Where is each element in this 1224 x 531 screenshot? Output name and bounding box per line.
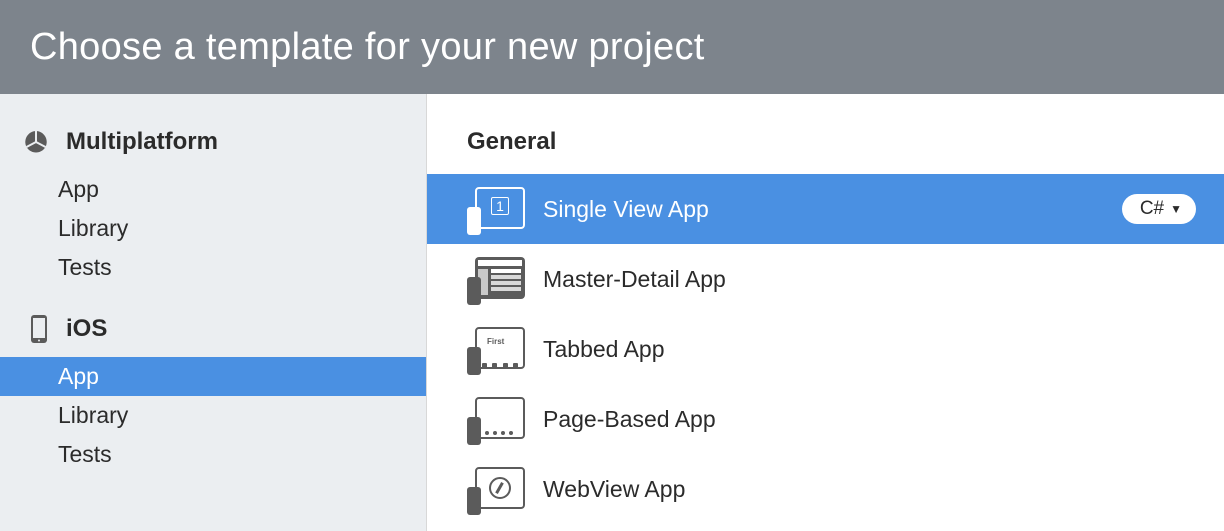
sidebar: Multiplatform App Library Tests iOS xyxy=(0,94,427,531)
page-based-app-icon xyxy=(467,395,525,443)
template-label: Tabbed App xyxy=(543,336,1196,363)
category-label: iOS xyxy=(66,315,107,343)
webview-app-icon xyxy=(467,465,525,513)
tabbed-app-icon: First xyxy=(467,325,525,373)
category-header-multiplatform[interactable]: Multiplatform xyxy=(0,122,426,162)
sidebar-item-ios-library[interactable]: Library xyxy=(0,396,426,435)
template-page-based-app[interactable]: Page-Based App xyxy=(427,384,1224,454)
dropdown-triangle-icon: ▼ xyxy=(1170,202,1182,216)
sidebar-item-ios-tests[interactable]: Tests xyxy=(0,435,426,474)
language-label: C# xyxy=(1140,198,1164,220)
master-detail-app-icon xyxy=(467,255,525,303)
dialog-header: Choose a template for your new project xyxy=(0,0,1224,94)
category-ios: iOS App Library Tests xyxy=(0,309,426,474)
template-single-view-app[interactable]: 1 Single View App C# ▼ xyxy=(427,174,1224,244)
dialog-title: Choose a template for your new project xyxy=(30,26,705,69)
category-label: Multiplatform xyxy=(66,128,218,156)
template-label: Page-Based App xyxy=(543,406,1196,433)
sidebar-item-ios-app[interactable]: App xyxy=(0,357,426,396)
sidebar-item-multiplatform-library[interactable]: Library xyxy=(0,209,426,248)
template-list-panel: General 1 Single View App C# ▼ xyxy=(427,94,1224,531)
language-selector[interactable]: C# ▼ xyxy=(1122,194,1196,224)
template-master-detail-app[interactable]: Master-Detail App xyxy=(427,244,1224,314)
single-view-app-icon: 1 xyxy=(467,185,525,233)
template-label: Single View App xyxy=(543,196,1122,223)
sidebar-item-multiplatform-app[interactable]: App xyxy=(0,170,426,209)
ios-icon xyxy=(22,315,50,343)
template-tabbed-app[interactable]: First Tabbed App xyxy=(427,314,1224,384)
dialog-content: Multiplatform App Library Tests iOS xyxy=(0,94,1224,531)
section-title-general: General xyxy=(427,122,1224,174)
template-label: WebView App xyxy=(543,476,1196,503)
multiplatform-icon xyxy=(22,128,50,156)
sidebar-item-multiplatform-tests[interactable]: Tests xyxy=(0,248,426,287)
category-header-ios[interactable]: iOS xyxy=(0,309,426,349)
category-multiplatform: Multiplatform App Library Tests xyxy=(0,122,426,287)
template-webview-app[interactable]: WebView App xyxy=(427,454,1224,524)
template-label: Master-Detail App xyxy=(543,266,1196,293)
